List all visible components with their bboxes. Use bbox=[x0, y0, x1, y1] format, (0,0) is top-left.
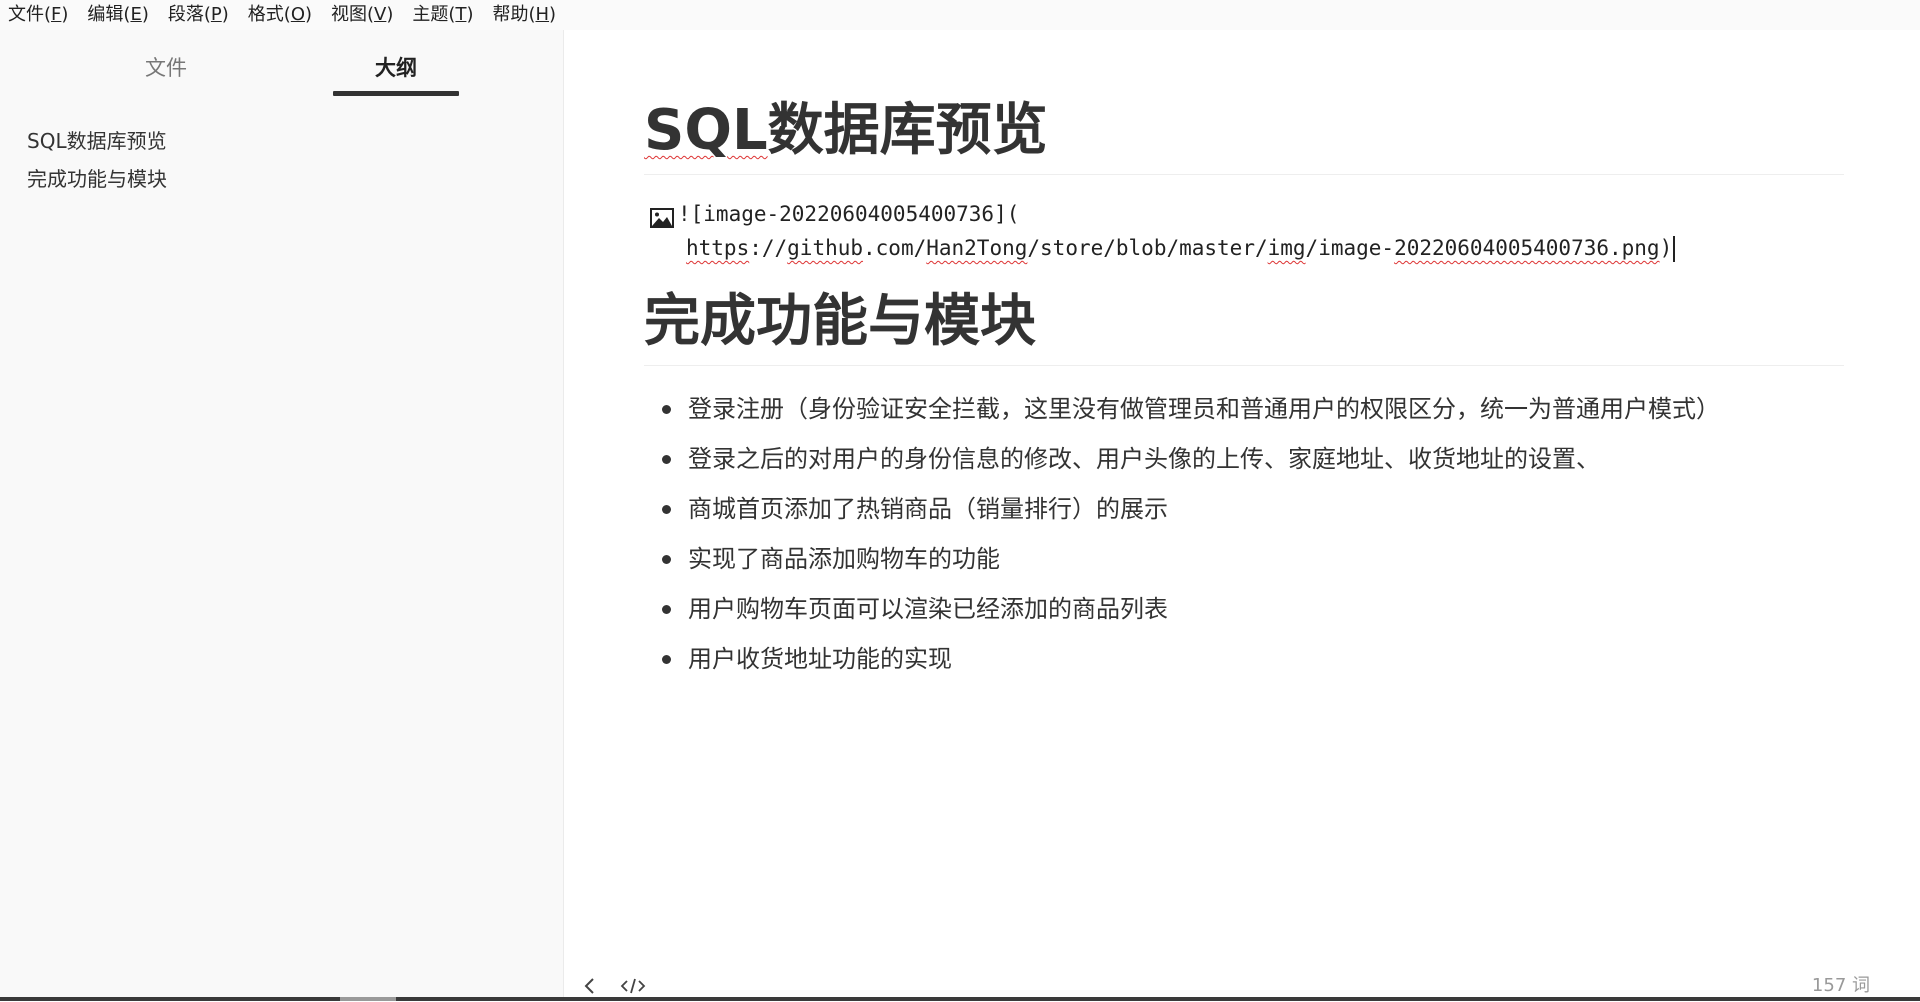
url-part: img bbox=[1267, 236, 1306, 260]
sidebar-tabs: 文件 大纲 bbox=[0, 30, 563, 96]
url-part: :// bbox=[749, 236, 788, 260]
menu-help[interactable]: 帮助(H) bbox=[492, 0, 556, 30]
menu-paragraph[interactable]: 段落(P) bbox=[168, 0, 229, 30]
sidebar: 文件 大纲 SQL数据库预览 完成功能与模块 bbox=[0, 30, 564, 1001]
url-part: /image- bbox=[1305, 236, 1395, 260]
url-part: /store/blob/master/ bbox=[1027, 236, 1268, 260]
outline-list: SQL数据库预览 完成功能与模块 bbox=[27, 122, 543, 198]
heading-features[interactable]: 完成功能与模块 bbox=[644, 283, 1844, 366]
list-item[interactable]: 登录注册（身份验证安全拦截，这里没有做管理员和普通用户的权限区分，统一为普通用户… bbox=[644, 384, 1844, 434]
image-icon bbox=[650, 204, 674, 228]
text-caret bbox=[1673, 236, 1676, 262]
tab-outline[interactable]: 大纲 bbox=[331, 52, 461, 82]
url-part: 20220604005400736.png bbox=[1394, 236, 1660, 260]
image-markdown-prefix: ![image-20220604005400736]( bbox=[678, 202, 1020, 226]
list-item[interactable]: 用户购物车页面可以渲染已经添加的商品列表 bbox=[644, 584, 1844, 634]
active-tab-indicator bbox=[333, 91, 459, 96]
list-item[interactable]: 登录之后的对用户的身份信息的修改、用户头像的上传、家庭地址、收货地址的设置、 bbox=[644, 434, 1844, 484]
menubar: 文件(F) 编辑(E) 段落(P) 格式(O) 视图(V) 主题(T) 帮助(H… bbox=[0, 0, 1920, 30]
bottom-edge-highlight bbox=[340, 997, 396, 1001]
url-part: github bbox=[787, 236, 864, 260]
menu-edit[interactable]: 编辑(E) bbox=[87, 0, 148, 30]
tab-files[interactable]: 文件 bbox=[101, 52, 231, 82]
heading-sql-preview[interactable]: SQL数据库预览 bbox=[644, 92, 1844, 175]
menu-file[interactable]: 文件(F) bbox=[8, 0, 68, 30]
source-code-icon[interactable] bbox=[620, 974, 646, 998]
chevron-left-icon[interactable] bbox=[578, 974, 602, 998]
menu-view[interactable]: 视图(V) bbox=[331, 0, 393, 30]
url-part: .com/ bbox=[863, 236, 927, 260]
url-part: Han2Tong bbox=[926, 236, 1028, 260]
editor[interactable]: SQL数据库预览 ![image-20220604005400736]( htt… bbox=[564, 30, 1920, 970]
menu-format[interactable]: 格式(O) bbox=[248, 0, 312, 30]
menu-theme[interactable]: 主题(T) bbox=[412, 0, 473, 30]
image-markdown-source[interactable]: ![image-20220604005400736]( https://gith… bbox=[644, 197, 1844, 265]
list-item[interactable]: 实现了商品添加购物车的功能 bbox=[644, 534, 1844, 584]
document-content: SQL数据库预览 ![image-20220604005400736]( htt… bbox=[644, 92, 1844, 684]
url-part: https bbox=[686, 236, 750, 260]
url-part: ) bbox=[1659, 236, 1673, 260]
outline-item-features[interactable]: 完成功能与模块 bbox=[27, 160, 543, 198]
image-url: https://github.com/Han2Tong/store/blob/m… bbox=[644, 231, 1844, 265]
bottom-edge bbox=[0, 997, 1920, 1001]
feature-list: 登录注册（身份验证安全拦截，这里没有做管理员和普通用户的权限区分，统一为普通用户… bbox=[644, 384, 1844, 684]
outline-item-sql-preview[interactable]: SQL数据库预览 bbox=[27, 122, 543, 160]
list-item[interactable]: 商城首页添加了热销商品（销量排行）的展示 bbox=[644, 484, 1844, 534]
list-item[interactable]: 用户收货地址功能的实现 bbox=[644, 634, 1844, 684]
word-count[interactable]: 157 词 bbox=[1812, 974, 1870, 998]
